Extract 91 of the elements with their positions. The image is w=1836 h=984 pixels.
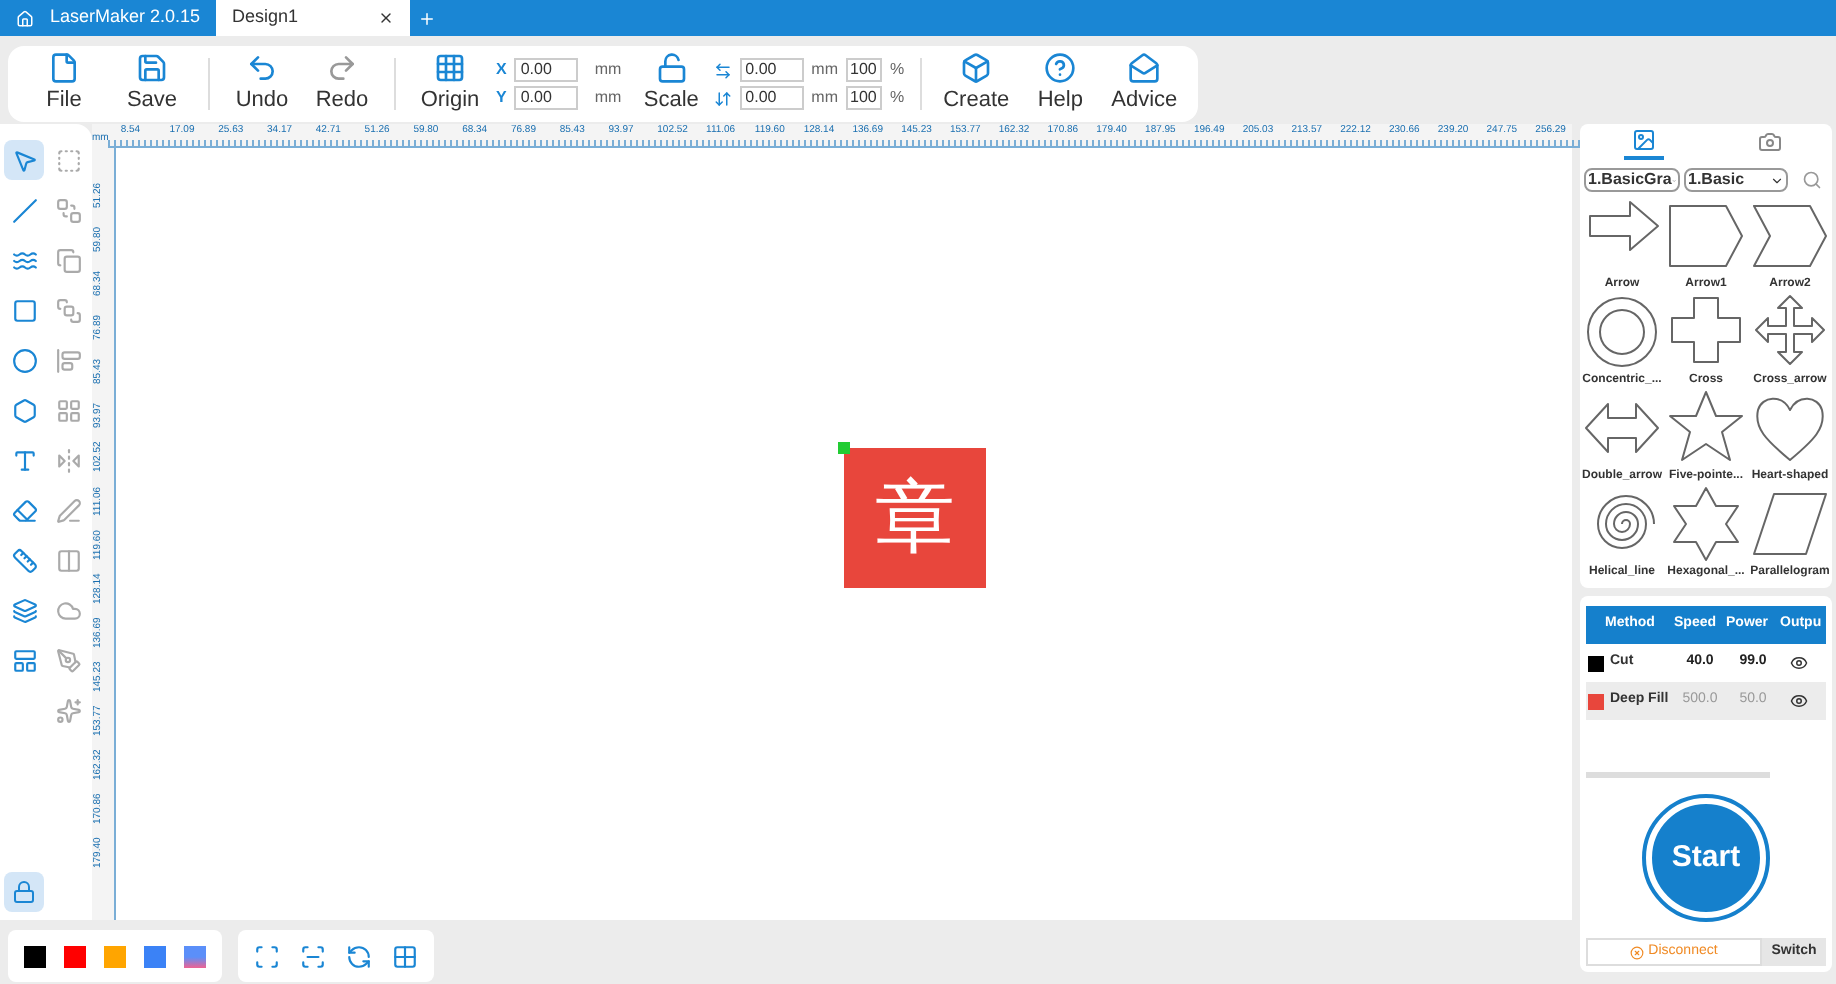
lock-icon [12,880,36,904]
color-swatch[interactable] [104,945,126,967]
dashed-square-icon [55,147,81,173]
width-icon [713,61,732,79]
help-icon [1044,51,1077,84]
percent-input[interactable]: 100 [846,86,882,110]
image-icon [1631,128,1655,152]
position-input[interactable]: 0.00 [514,86,579,110]
stamp-character: 章 [875,478,955,558]
cloud-icon [55,597,81,623]
stack-icon [55,197,81,223]
file-icon [48,51,80,84]
toolbar-button[interactable]: File [24,51,104,117]
add-tab-icon[interactable] [418,10,437,28]
unit-label: mm [594,58,622,82]
lock-button[interactable] [4,872,44,912]
grid-icon [392,943,418,969]
toolbar-button[interactable]: Redo [306,51,378,117]
toolbar-button[interactable]: Undo [226,51,298,117]
eye-icon[interactable] [1790,692,1808,710]
stamp-block[interactable]: 章 [844,448,986,588]
disconnect-icon [1630,945,1645,959]
axis-label: Y [496,86,507,110]
rotate-icon [346,943,372,969]
toolbar-button[interactable]: Scale [637,51,706,117]
camera-icon [1757,130,1781,154]
close-icon[interactable] [378,10,395,26]
scan-icon [300,943,326,969]
text-icon [11,447,37,473]
size-input[interactable]: 0.00 [739,86,804,110]
pen-icon [55,497,81,523]
eraser-icon [11,497,37,523]
sparkle-icon [55,697,81,723]
fit-icon [254,943,280,969]
position-input[interactable]: 0.00 [514,58,579,82]
view-tool[interactable] [254,943,280,969]
rectangle-icon [11,297,37,323]
percent-label: % [890,86,905,110]
redo-icon [326,51,358,84]
layers-icon [11,597,37,623]
unlock-icon [655,51,688,84]
grid-icon [434,51,466,84]
search-icon[interactable] [1802,170,1822,190]
ruler-icon [11,547,37,573]
unit-label: mm [811,86,838,110]
toolbar-button[interactable]: Advice [1106,51,1183,117]
category-dropdown[interactable]: 1.BasicGra [1584,168,1680,192]
toolbar-button[interactable]: Origin [412,51,488,117]
save-icon [136,51,168,84]
unit-label: mm [594,86,622,110]
home-icon[interactable] [16,9,34,27]
percent-input[interactable]: 100 [846,58,882,82]
pen-tool-icon [55,647,81,673]
color-swatch[interactable] [24,945,46,967]
toolbar-button[interactable]: Create [938,51,1015,117]
eye-icon[interactable] [1790,654,1808,672]
pointer-icon [11,147,37,173]
color-swatch[interactable] [64,945,86,967]
canvas[interactable]: 章 [116,148,1572,920]
selection-handle[interactable] [838,442,850,454]
axis-label: X [496,58,507,82]
copy-icon [55,247,81,273]
layout-icon [11,647,37,673]
view-tool[interactable] [346,943,372,969]
toolbar-button[interactable]: Save [112,51,192,117]
ellipse-icon [11,347,37,373]
library-tab[interactable] [1623,128,1663,160]
subcategory-dropdown[interactable]: 1.Basic [1684,168,1788,192]
document-tab[interactable]: Design1 [216,0,411,36]
start-button[interactable]: Start [1646,798,1766,918]
color-swatch[interactable] [184,945,206,967]
mirror-icon [55,447,81,473]
size-input[interactable]: 0.00 [739,58,804,82]
draw-tool[interactable] [4,140,44,180]
concentric-circles-icon [1582,292,1662,372]
wave-icon [11,247,37,273]
percent-label: % [890,58,905,82]
color-swatch[interactable] [144,945,166,967]
view-tool[interactable] [300,943,326,969]
unit-label: mm [811,58,838,82]
line-icon [11,197,37,223]
height-icon [713,89,732,107]
undo-icon [246,51,278,84]
hexagon-icon [11,397,37,423]
align-icon [55,347,81,373]
columns-icon [55,547,81,573]
toolbar-button[interactable]: Help [1022,51,1099,117]
document-tab[interactable]: LaserMaker 2.0.15 [0,0,217,36]
view-tool[interactable] [392,943,418,969]
grid-icon [55,397,81,423]
stack-icon [55,297,81,323]
